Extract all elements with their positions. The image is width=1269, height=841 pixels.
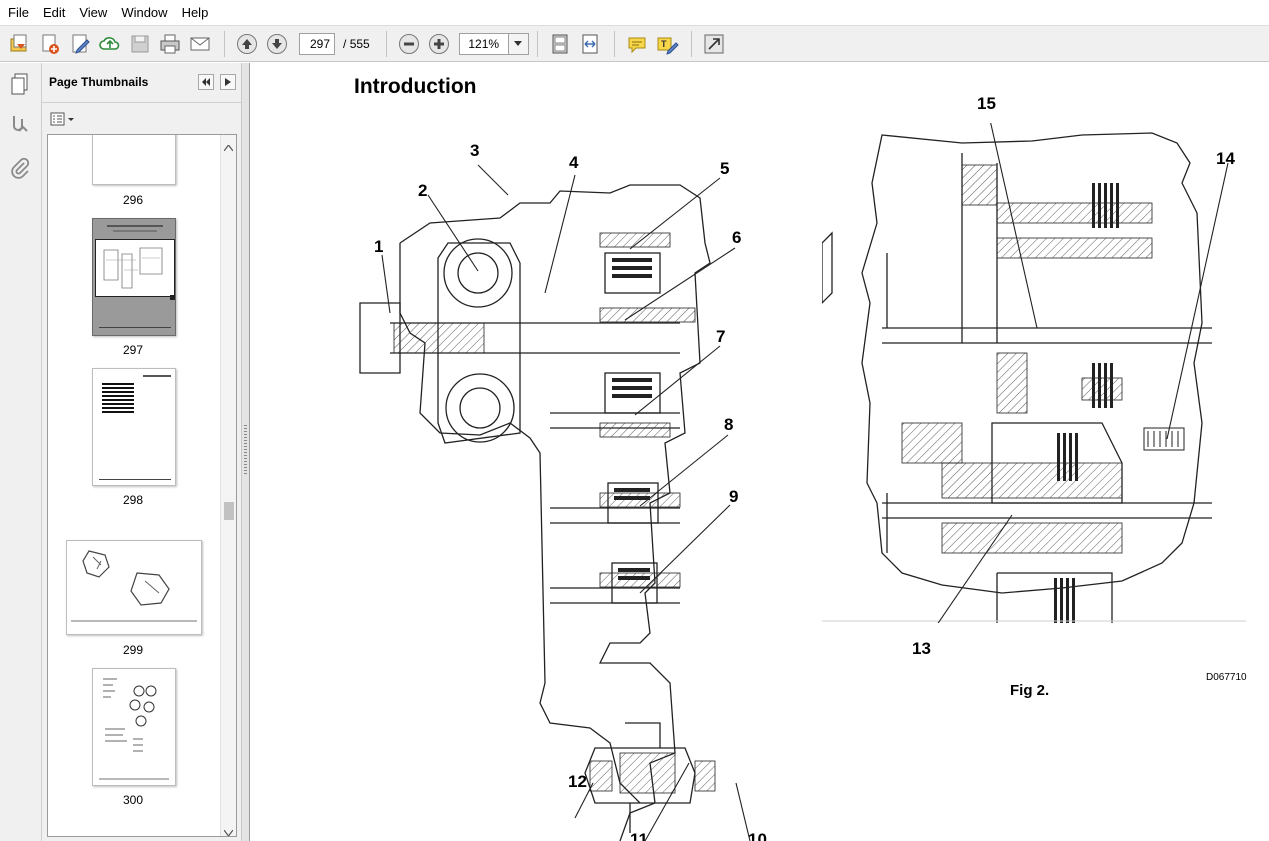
thumbnail-page[interactable] xyxy=(92,135,176,185)
open-folder-icon[interactable] xyxy=(6,30,34,58)
thumbnail-label: 300 xyxy=(122,793,144,807)
transmission-cross-section-drawing xyxy=(359,164,751,841)
thumbnail-label: 297 xyxy=(122,343,144,357)
thumbnail-viewport-frame xyxy=(95,239,175,297)
menu-edit[interactable]: Edit xyxy=(39,5,69,20)
callout-15: 15 xyxy=(977,94,996,113)
attachment-link-icon[interactable] xyxy=(7,111,33,137)
scroll-down-icon[interactable] xyxy=(223,825,234,836)
thumbnail-options-button[interactable] xyxy=(50,110,76,128)
previous-page-icon[interactable] xyxy=(233,30,261,58)
callout-11: 11 xyxy=(630,830,648,841)
callout-12: 12 xyxy=(568,772,587,791)
callout-7: 7 xyxy=(716,327,726,346)
scroll-up-icon[interactable] xyxy=(223,140,234,154)
thumbnail-label: 299 xyxy=(122,643,144,657)
total-pages: 555 xyxy=(349,36,370,51)
callout-6: 6 xyxy=(732,228,742,247)
thumbnail-text-line xyxy=(107,225,163,227)
callout-10: 10 xyxy=(748,830,767,841)
thumbnail-table xyxy=(102,383,134,415)
callout-4: 4 xyxy=(569,153,579,172)
next-page-icon[interactable] xyxy=(263,30,291,58)
toolbar: 297 / 555 121% T xyxy=(0,25,1269,62)
zoom-value: 121% xyxy=(468,36,500,51)
thumbnail-text-line xyxy=(113,230,157,232)
callout-14: 14 xyxy=(1216,149,1235,168)
menu-bar: File Edit View Window Help xyxy=(0,0,1269,25)
highlight-text-icon[interactable]: T xyxy=(653,30,681,58)
collapse-panel-icon[interactable] xyxy=(198,74,214,90)
drawing-code: D067710 xyxy=(1206,672,1247,683)
chevron-down-icon[interactable] xyxy=(507,33,528,54)
callout-2: 2 xyxy=(418,181,428,200)
thumbnails-panel: Page Thumbnails 296 297 298 299 300 xyxy=(42,63,241,841)
create-pdf-icon[interactable] xyxy=(36,30,64,58)
menu-file[interactable]: File xyxy=(4,5,33,20)
panel-title: Page Thumbnails xyxy=(49,75,149,89)
comment-icon[interactable] xyxy=(623,30,651,58)
paperclip-icon[interactable] xyxy=(7,155,33,181)
thumbnail-resize-handle[interactable] xyxy=(170,295,175,300)
svg-text:T: T xyxy=(661,39,667,49)
edit-icon[interactable] xyxy=(66,30,94,58)
callout-13: 13 xyxy=(912,639,931,658)
scrollbar-thumb[interactable] xyxy=(224,502,234,520)
thumbnail-footer-line xyxy=(99,327,171,328)
zoom-out-icon[interactable] xyxy=(395,30,423,58)
email-icon[interactable] xyxy=(186,30,214,58)
thumbnail-label: 296 xyxy=(122,193,144,207)
thumbnail-list[interactable]: 296 297 298 299 300 xyxy=(47,134,237,837)
callout-8: 8 xyxy=(724,415,734,434)
thumbnail-page[interactable] xyxy=(66,540,202,635)
thumbnail-label: 298 xyxy=(122,493,144,507)
panel-splitter[interactable] xyxy=(241,63,250,841)
panel-menu-arrow-icon[interactable] xyxy=(220,74,236,90)
splitter-grip[interactable] xyxy=(244,425,247,475)
full-screen-icon[interactable] xyxy=(700,30,728,58)
fit-width-icon[interactable] xyxy=(576,30,604,58)
thumbnail-footer-line xyxy=(99,479,171,480)
menu-help[interactable]: Help xyxy=(178,5,213,20)
thumbnail-text-line xyxy=(143,375,171,377)
callout-1: 1 xyxy=(374,237,384,256)
callout-5: 5 xyxy=(720,159,730,178)
callout-3: 3 xyxy=(470,141,480,160)
toolbar-separator xyxy=(536,30,538,57)
thumbnail-page[interactable] xyxy=(92,668,176,786)
toolbar-separator xyxy=(613,30,615,57)
callout-9: 9 xyxy=(729,487,739,506)
toolbar-separator xyxy=(690,30,692,57)
menu-view[interactable]: View xyxy=(75,5,111,20)
page-heading: Introduction xyxy=(354,75,477,98)
zoom-in-icon[interactable] xyxy=(425,30,453,58)
save-icon[interactable] xyxy=(126,30,154,58)
figure-caption: Fig 2. xyxy=(1010,682,1050,699)
print-icon[interactable] xyxy=(156,30,184,58)
menu-window[interactable]: Window xyxy=(117,5,171,20)
page-number-input[interactable]: 297 xyxy=(299,32,335,55)
page-thumbnails-icon[interactable] xyxy=(7,71,33,97)
clutch-cross-section-drawing xyxy=(822,123,1246,623)
thumbnail-scrollbar[interactable] xyxy=(220,135,236,836)
document-view[interactable]: Introduction 1 2 3 4 5 6 7 8 9 10 11 12 … xyxy=(250,63,1269,841)
zoom-select[interactable]: 121% xyxy=(458,32,529,55)
upload-cloud-icon[interactable] xyxy=(96,30,124,58)
thumbnail-page[interactable] xyxy=(92,368,176,486)
thumbnail-page-selected[interactable] xyxy=(92,218,176,336)
toolbar-separator xyxy=(385,30,387,57)
toolbar-separator xyxy=(224,30,225,57)
navigation-rail xyxy=(0,63,42,841)
page-separator: / xyxy=(343,36,347,51)
page-count: / 555 xyxy=(343,37,370,51)
panel-header: Page Thumbnails xyxy=(42,63,241,103)
fit-page-icon[interactable] xyxy=(546,30,574,58)
